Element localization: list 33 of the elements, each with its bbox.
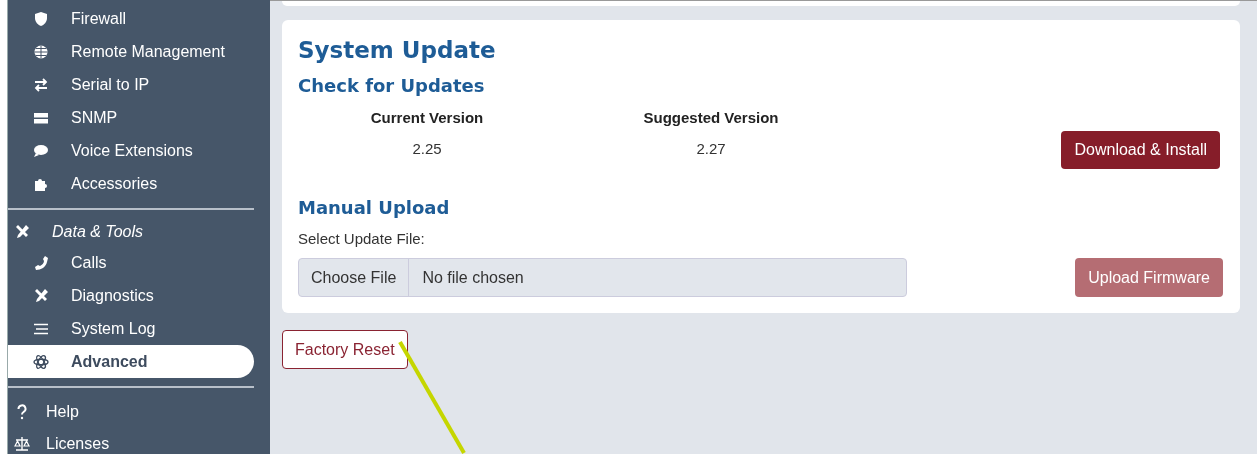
section-heading: Manual Upload xyxy=(298,197,451,218)
file-input-field[interactable]: Choose File No file chosen xyxy=(298,258,907,297)
factory-reset-button[interactable]: Factory Reset xyxy=(282,330,408,369)
download-install-button[interactable]: Download & Install xyxy=(1061,131,1220,169)
tools-icon xyxy=(33,287,49,304)
chat-bubble-icon xyxy=(33,142,49,159)
version-value: 2.27 xyxy=(696,140,726,157)
arrows-icon xyxy=(33,76,49,93)
sidebar-item[interactable]: Serial to IP xyxy=(8,68,254,101)
sidebar-item[interactable]: Help xyxy=(8,396,254,428)
sidebar-item[interactable]: Firewall xyxy=(8,2,254,35)
column-header: Current Version xyxy=(370,109,484,126)
sidebar-item[interactable]: SNMP xyxy=(8,101,254,134)
globe-icon xyxy=(33,43,49,60)
sidebar-item[interactable]: Accessories xyxy=(8,167,254,200)
sidebar-item[interactable]: Voice Extensions xyxy=(8,134,254,167)
phone-icon xyxy=(33,254,49,271)
shield-icon xyxy=(33,10,49,27)
column-header: Suggested Version xyxy=(643,109,779,126)
sidebar-item[interactable]: Advanced xyxy=(8,345,254,378)
sidebar-item[interactable]: Calls xyxy=(8,246,254,279)
page-title: System Update xyxy=(298,37,497,63)
field-label: Select Update File: xyxy=(298,230,426,247)
atom-icon xyxy=(33,353,49,370)
scale-icon xyxy=(14,436,30,452)
section-heading: Check for Updates xyxy=(298,75,486,96)
tools-icon xyxy=(14,224,30,240)
sidebar-item[interactable]: Diagnostics xyxy=(8,279,254,312)
sidebar-item[interactable]: System Log xyxy=(8,312,254,345)
section-header: Data & Tools xyxy=(52,223,143,241)
version-value: 2.25 xyxy=(412,140,442,157)
sidebar-item[interactable]: Licenses xyxy=(8,428,254,454)
sidebar-item[interactable]: Remote Management xyxy=(8,35,254,68)
